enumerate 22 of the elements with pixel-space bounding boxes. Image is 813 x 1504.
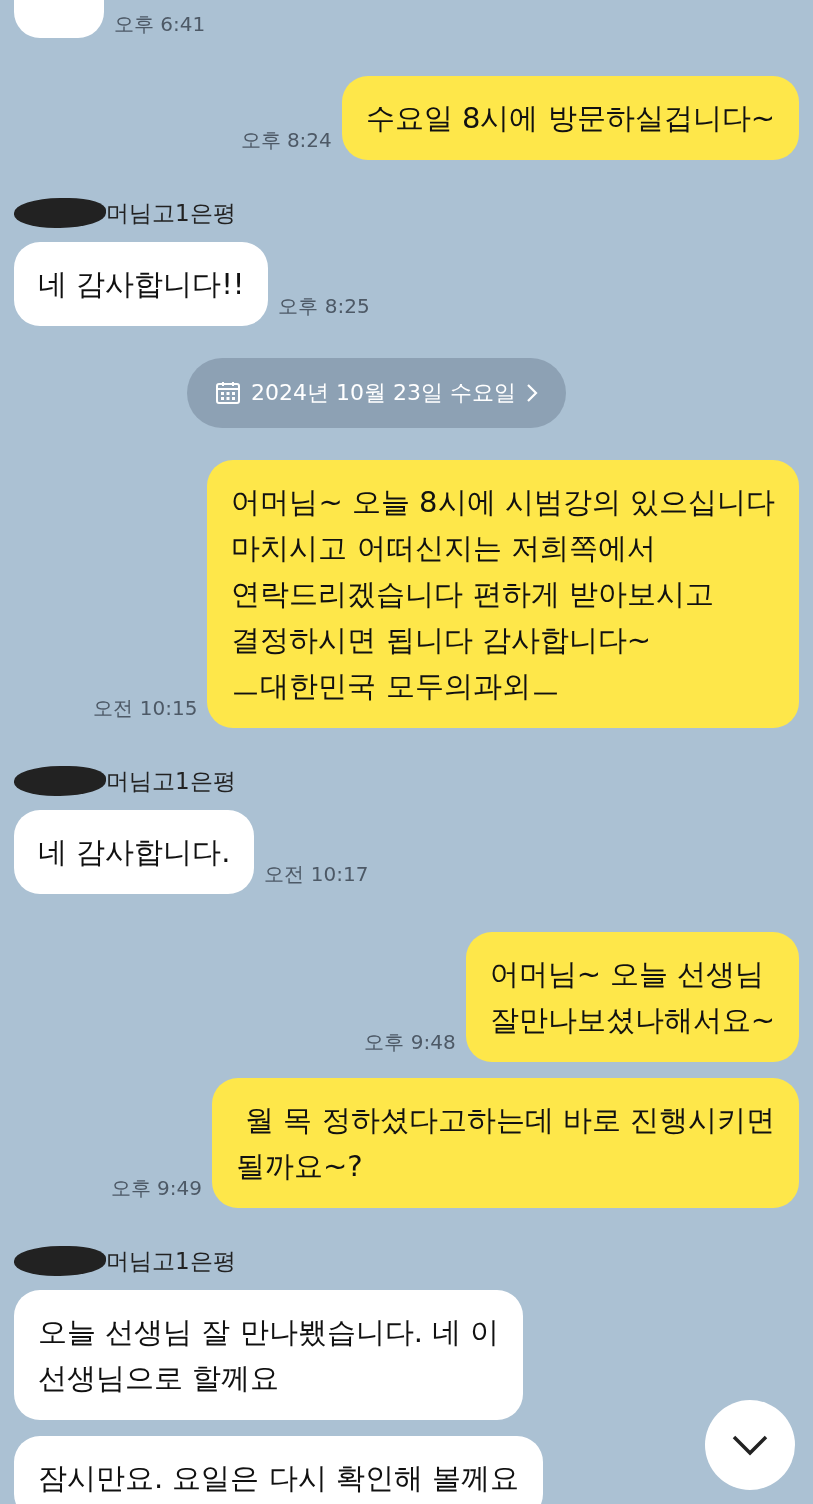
message-bubble: 월 목 정하셨다고하는데 바로 진행시키면 될까요~? [211, 1078, 799, 1208]
message-bubble: 수요일 8시에 방문하실겁니다~ [341, 76, 799, 160]
message-time: 오후 8:25 [278, 293, 370, 320]
message-time: 오후 8:24 [240, 127, 332, 154]
message-bubble: 어머님~ 오늘 선생님 잘만나보셨나해서요~ [465, 932, 799, 1062]
message-time: 오후 9:49 [110, 1175, 202, 1202]
message-time: 오전 10:15 [93, 695, 198, 722]
sender-name: 머님고1은평 [106, 198, 236, 228]
date-divider[interactable]: 2024년 10월 23일 수요일 [187, 358, 566, 428]
message-time: 오전 10:17 [264, 861, 369, 888]
message-time: 오후 9:48 [364, 1029, 456, 1056]
message-bubble: 어머님~ 오늘 8시에 시범강의 있으십니다 마치시고 어떠신지는 저희쪽에서 연락드리겠습니다 편하게 받아보시고 결정하시면 됩니다 감사합니다~ ㅡ대한민국 모두의과외ㅡ [207, 460, 799, 728]
message-bubble: 오늘 선생님 잘 만나뵀습니다. 네 이 선생님으로 할께요 [14, 1290, 524, 1420]
message-bubble: 네 감사합니다!! [14, 242, 269, 326]
message-bubble: 네 감사합니다. [14, 810, 255, 894]
calendar-icon [215, 381, 241, 405]
sender-name: 머님고1은평 [106, 1246, 236, 1276]
chevron-down-icon [731, 1434, 769, 1456]
chevron-right-icon [526, 383, 538, 403]
sender-name: 머님고1은평 [106, 766, 236, 796]
message-bubble: 잠시만요. 요일은 다시 확인해 볼께요 [14, 1436, 544, 1504]
message-time: 오후 6:41 [114, 11, 206, 38]
